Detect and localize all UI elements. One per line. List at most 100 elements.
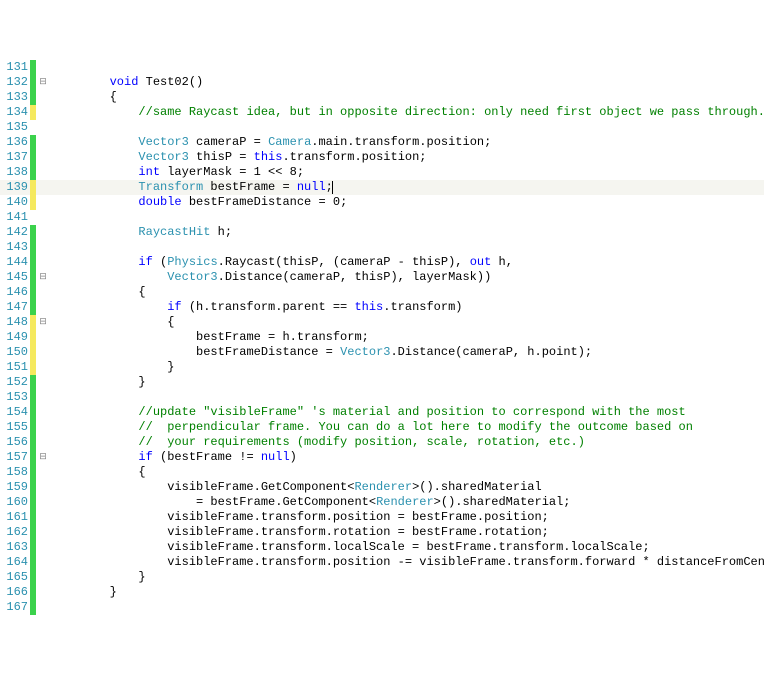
code-text[interactable]: visibleFrame.GetComponent<Renderer>().sh… [50, 480, 764, 495]
code-text[interactable]: bestFrame = h.transform; [50, 330, 764, 345]
code-text[interactable]: if (bestFrame != null) [50, 450, 764, 465]
code-text[interactable]: visibleFrame.transform.position = bestFr… [50, 510, 764, 525]
code-line[interactable]: 131 [0, 60, 764, 75]
code-line[interactable]: 163 visibleFrame.transform.localScale = … [0, 540, 764, 555]
code-text[interactable]: { [50, 465, 764, 480]
code-text[interactable]: if (Physics.Raycast(thisP, (cameraP - th… [50, 255, 764, 270]
code-line[interactable]: 149 bestFrame = h.transform; [0, 330, 764, 345]
change-marker [30, 465, 36, 480]
code-line[interactable]: 138 int layerMask = 1 << 8; [0, 165, 764, 180]
code-text[interactable]: visibleFrame.transform.rotation = bestFr… [50, 525, 764, 540]
fold-toggle[interactable]: ⊟ [36, 450, 50, 465]
line-number: 160 [0, 495, 30, 510]
line-number: 154 [0, 405, 30, 420]
fold-toggle[interactable]: ⊟ [36, 75, 50, 90]
code-line[interactable]: 167 [0, 600, 764, 615]
code-text[interactable]: if (h.transform.parent == this.transform… [50, 300, 764, 315]
code-line[interactable]: 136 Vector3 cameraP = Camera.main.transf… [0, 135, 764, 150]
code-line[interactable]: 162 visibleFrame.transform.rotation = be… [0, 525, 764, 540]
code-line[interactable]: 147 if (h.transform.parent == this.trans… [0, 300, 764, 315]
change-marker [30, 375, 36, 390]
change-marker [30, 255, 36, 270]
line-number: 136 [0, 135, 30, 150]
code-text[interactable]: double bestFrameDistance = 0; [50, 195, 764, 210]
code-line[interactable]: 135 [0, 120, 764, 135]
code-line[interactable]: 155 // perpendicular frame. You can do a… [0, 420, 764, 435]
code-text[interactable]: { [50, 315, 764, 330]
code-line[interactable]: 157 ⊟ if (bestFrame != null) [0, 450, 764, 465]
code-text[interactable]: = bestFrame.GetComponent<Renderer>().sha… [50, 495, 764, 510]
code-line[interactable]: 158 { [0, 465, 764, 480]
line-number: 148 [0, 315, 30, 330]
code-line[interactable]: 132⊟ void Test02() [0, 75, 764, 90]
code-text[interactable]: // your requirements (modify position, s… [50, 435, 764, 450]
code-line[interactable]: 137 Vector3 thisP = this.transform.posit… [0, 150, 764, 165]
code-line[interactable]: 146 { [0, 285, 764, 300]
code-line[interactable]: 165 } [0, 570, 764, 585]
code-text[interactable]: Transform bestFrame = null; [50, 180, 764, 195]
code-line[interactable]: 140 double bestFrameDistance = 0; [0, 195, 764, 210]
change-marker [30, 225, 36, 240]
code-line[interactable]: 166 } [0, 585, 764, 600]
line-number: 164 [0, 555, 30, 570]
line-number: 157 [0, 450, 30, 465]
line-number: 135 [0, 120, 30, 135]
code-line[interactable]: 160 = bestFrame.GetComponent<Renderer>()… [0, 495, 764, 510]
line-number: 141 [0, 210, 30, 225]
code-line[interactable]: 151 } [0, 360, 764, 375]
code-line[interactable]: 153 [0, 390, 764, 405]
code-line[interactable]: 154 //update "visibleFrame" 's material … [0, 405, 764, 420]
code-line[interactable]: 156 // your requirements (modify positio… [0, 435, 764, 450]
code-line[interactable]: 161 visibleFrame.transform.position = be… [0, 510, 764, 525]
line-number: 163 [0, 540, 30, 555]
line-number: 146 [0, 285, 30, 300]
code-text[interactable]: RaycastHit h; [50, 225, 764, 240]
line-number: 158 [0, 465, 30, 480]
code-line[interactable]: 148 ⊟ { [0, 315, 764, 330]
code-text[interactable]: int layerMask = 1 << 8; [50, 165, 764, 180]
code-line[interactable]: 142 RaycastHit h; [0, 225, 764, 240]
code-text[interactable]: Vector3 thisP = this.transform.position; [50, 150, 764, 165]
code-text[interactable]: Vector3 cameraP = Camera.main.transform.… [50, 135, 764, 150]
code-line[interactable]: 143 [0, 240, 764, 255]
code-text[interactable]: visibleFrame.transform.position -= visib… [50, 555, 764, 570]
code-text[interactable]: //update "visibleFrame" 's material and … [50, 405, 764, 420]
code-line[interactable]: 144 if (Physics.Raycast(thisP, (cameraP … [0, 255, 764, 270]
code-line[interactable]: 139 Transform bestFrame = null; [0, 180, 764, 195]
code-line[interactable]: 141 [0, 210, 764, 225]
change-marker [30, 480, 36, 495]
code-line[interactable]: 134 //same Raycast idea, but in opposite… [0, 105, 764, 120]
code-line[interactable]: 150 bestFrameDistance = Vector3.Distance… [0, 345, 764, 360]
code-line[interactable]: 133 { [0, 90, 764, 105]
change-marker [30, 180, 36, 195]
code-text[interactable]: { [50, 285, 764, 300]
code-line[interactable]: 159 visibleFrame.GetComponent<Renderer>(… [0, 480, 764, 495]
line-number: 161 [0, 510, 30, 525]
code-line[interactable]: 164 visibleFrame.transform.position -= v… [0, 555, 764, 570]
fold-toggle[interactable]: ⊟ [36, 315, 50, 330]
code-text[interactable]: visibleFrame.transform.localScale = best… [50, 540, 764, 555]
fold-toggle[interactable]: ⊟ [36, 270, 50, 285]
code-line[interactable]: 152 } [0, 375, 764, 390]
line-number: 144 [0, 255, 30, 270]
line-number: 151 [0, 360, 30, 375]
code-text[interactable]: //same Raycast idea, but in opposite dir… [50, 105, 764, 120]
change-marker [30, 360, 36, 375]
code-text[interactable]: } [50, 360, 764, 375]
code-text[interactable]: } [50, 585, 764, 600]
change-marker [30, 600, 36, 615]
change-marker [30, 570, 36, 585]
line-number: 133 [0, 90, 30, 105]
code-text[interactable]: } [50, 570, 764, 585]
change-marker [30, 105, 36, 120]
code-text[interactable]: void Test02() [50, 75, 764, 90]
code-text[interactable]: Vector3.Distance(cameraP, thisP), layerM… [50, 270, 764, 285]
line-number: 162 [0, 525, 30, 540]
change-marker [30, 495, 36, 510]
code-line[interactable]: 145⊟ Vector3.Distance(cameraP, thisP), l… [0, 270, 764, 285]
code-text[interactable]: { [50, 90, 764, 105]
code-editor[interactable]: 131132⊟ void Test02()133 {134 //same Ray… [0, 60, 764, 615]
code-text[interactable]: bestFrameDistance = Vector3.Distance(cam… [50, 345, 764, 360]
code-text[interactable]: } [50, 375, 764, 390]
code-text[interactable]: // perpendicular frame. You can do a lot… [50, 420, 764, 435]
